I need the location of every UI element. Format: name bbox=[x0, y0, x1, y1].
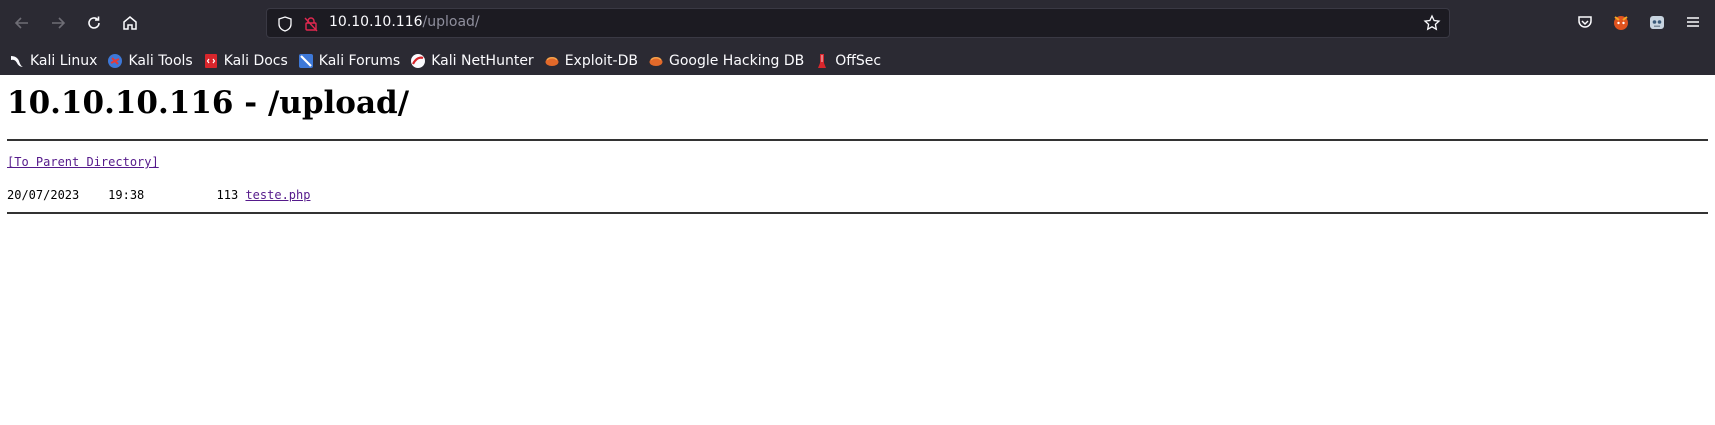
bookmark-kali-forums[interactable]: Kali Forums bbox=[298, 53, 400, 69]
bookmarks-toolbar: Kali Linux Kali Tools Kali Docs Kali For… bbox=[0, 46, 1715, 75]
page-content: 10.10.10.116 - /upload/ [To Parent Direc… bbox=[0, 75, 1715, 425]
extension-robot-icon bbox=[1650, 16, 1664, 29]
page-title: 10.10.10.116 - /upload/ bbox=[7, 85, 410, 121]
bookmark-label: Kali Forums bbox=[318, 52, 401, 69]
bookmark-kali-docs[interactable]: Kali Docs bbox=[203, 53, 288, 69]
back-button[interactable] bbox=[8, 9, 36, 37]
home-icon bbox=[123, 16, 137, 30]
foxyproxy-icon bbox=[1614, 16, 1628, 30]
kali-forums-icon bbox=[298, 53, 313, 68]
nethunter-icon bbox=[411, 53, 426, 68]
url-text[interactable]: 10.10.10.116/upload/ bbox=[329, 14, 480, 30]
bookmark-kali-nethunter[interactable]: Kali NetHunter bbox=[410, 52, 534, 69]
kali-dragon-icon bbox=[11, 55, 23, 67]
browser-toolbar: 10.10.10.116/upload/ bbox=[0, 0, 1715, 46]
bottom-divider bbox=[7, 212, 1708, 215]
bookmark-exploit-db[interactable]: Exploit-DB bbox=[544, 53, 638, 69]
pocket-button[interactable] bbox=[1574, 11, 1596, 33]
bookmark-label: Kali NetHunter bbox=[431, 52, 534, 69]
insecure-lock-icon[interactable] bbox=[302, 15, 320, 33]
exploit-db-icon bbox=[545, 56, 559, 66]
kali-docs-icon bbox=[204, 53, 217, 68]
file-link[interactable]: teste.php bbox=[245, 188, 310, 202]
app-menu-button[interactable] bbox=[1682, 11, 1704, 33]
bookmark-offsec[interactable]: OffSec bbox=[814, 53, 881, 69]
forward-arrow-icon bbox=[52, 17, 66, 29]
bookmark-label: Kali Tools bbox=[128, 52, 193, 69]
address-bar[interactable]: 10.10.10.116/upload/ bbox=[266, 8, 1450, 38]
url-host: 10.10.10.116 bbox=[329, 14, 423, 30]
bookmark-label: Google Hacking DB bbox=[668, 52, 805, 69]
ghdb-icon bbox=[649, 56, 663, 66]
bookmark-star-icon[interactable] bbox=[1423, 14, 1441, 32]
bookmark-kali-tools[interactable]: Kali Tools bbox=[107, 52, 193, 69]
forward-button[interactable] bbox=[44, 9, 72, 37]
bookmark-label: Kali Docs bbox=[223, 52, 288, 69]
bookmark-google-hacking-db[interactable]: Google Hacking DB bbox=[648, 53, 804, 69]
file-time: 19:38 bbox=[108, 188, 145, 203]
account-button[interactable] bbox=[1646, 11, 1668, 33]
bookmark-label: Kali Linux bbox=[30, 52, 98, 69]
extension-button[interactable] bbox=[1610, 11, 1632, 33]
reload-button[interactable] bbox=[80, 9, 108, 37]
bookmark-label: OffSec bbox=[835, 52, 882, 69]
pocket-icon bbox=[1578, 16, 1592, 28]
url-path: /upload/ bbox=[422, 14, 480, 30]
reload-icon bbox=[88, 16, 100, 29]
list-item: 20/07/2023 19:38 113 teste.php bbox=[7, 188, 1708, 202]
bookmark-label: Exploit-DB bbox=[564, 52, 638, 69]
parent-directory-link[interactable]: [To Parent Directory] bbox=[7, 155, 159, 169]
tracking-shield-icon[interactable] bbox=[276, 15, 294, 33]
file-size: 113 bbox=[216, 188, 239, 203]
kali-tools-icon bbox=[108, 53, 123, 68]
file-list: 20/07/2023 19:38 113 teste.php bbox=[7, 188, 1708, 202]
top-divider bbox=[7, 139, 1708, 142]
bookmark-kali-linux[interactable]: Kali Linux bbox=[9, 53, 97, 69]
back-arrow-icon bbox=[14, 17, 28, 29]
offsec-icon bbox=[818, 53, 827, 68]
file-date: 20/07/2023 bbox=[7, 188, 80, 203]
browser-chrome: 10.10.10.116/upload/ Kali Linux Kali Too… bbox=[0, 0, 1715, 75]
hamburger-menu-icon bbox=[1687, 17, 1699, 27]
home-button[interactable] bbox=[116, 9, 144, 37]
